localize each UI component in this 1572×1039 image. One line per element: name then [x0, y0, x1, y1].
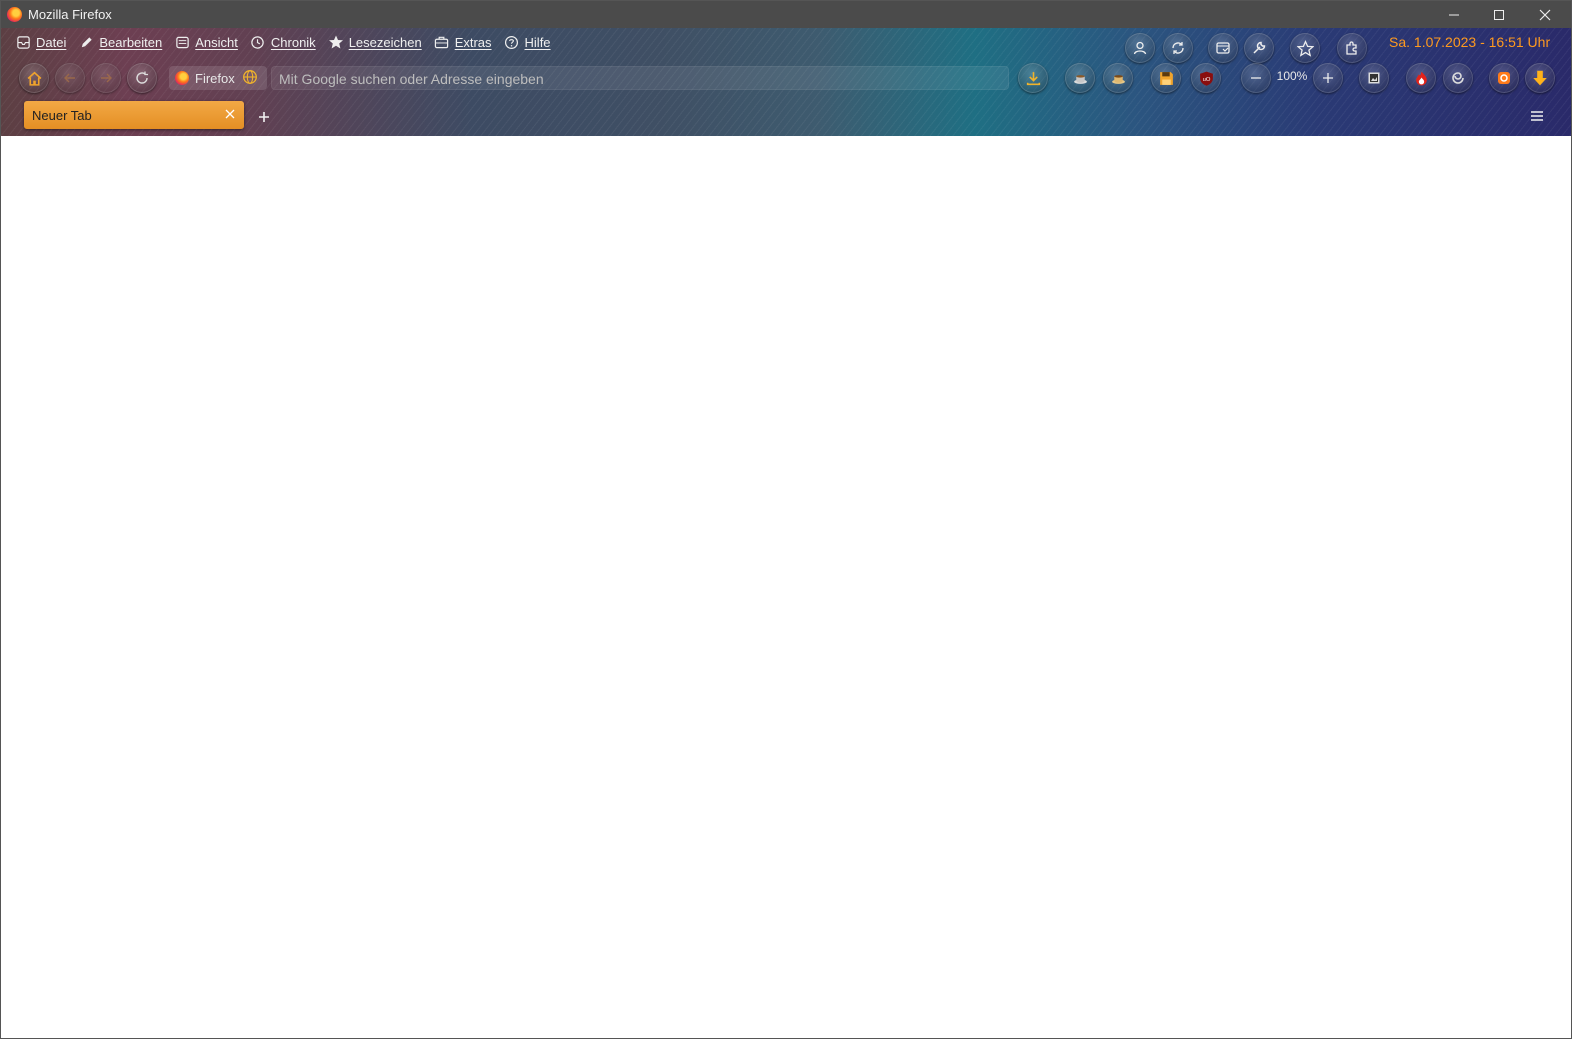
menu-label: Datei — [36, 34, 67, 50]
clock-icon — [250, 34, 266, 50]
address-bar[interactable] — [271, 66, 1009, 92]
maximize-button[interactable] — [1476, 1, 1522, 28]
plus-icon — [259, 112, 269, 122]
firefox-logo-icon — [7, 7, 22, 22]
minimize-icon — [1449, 14, 1459, 15]
reload-icon — [136, 71, 148, 84]
reload-button[interactable] — [127, 63, 157, 93]
menu-ansicht[interactable]: Ansicht — [174, 32, 238, 52]
close-icon — [1539, 9, 1551, 20]
new-tab-button[interactable] — [255, 108, 273, 126]
app-menu-button[interactable] — [1527, 107, 1547, 125]
star-icon — [328, 34, 344, 50]
arrow-left-icon — [64, 73, 75, 83]
menu-bearbeiten[interactable]: Bearbeiten — [78, 32, 162, 52]
coffee-addon-2-button[interactable] — [1103, 63, 1133, 93]
minus-icon — [1251, 77, 1261, 79]
browser-window: Mozilla Firefox Datei Bearbeiten Ansicht… — [0, 0, 1572, 1039]
hamburger-menu-icon — [1531, 111, 1543, 121]
arrow-right-icon — [101, 73, 112, 83]
plus-icon — [1323, 73, 1333, 83]
window-title: Mozilla Firefox — [28, 7, 112, 22]
arrow-down-icon — [1533, 70, 1547, 86]
menu-label: Ansicht — [195, 34, 238, 50]
menu-label: Chronik — [270, 34, 316, 50]
fire-addon-button[interactable] — [1406, 63, 1436, 93]
svg-text:uO: uO — [1202, 76, 1210, 82]
downloads-button[interactable] — [1018, 63, 1048, 93]
account-button[interactable] — [1125, 33, 1155, 63]
tab-neuer-tab[interactable]: Neuer Tab — [24, 101, 244, 129]
close-icon — [225, 109, 235, 119]
sync-icon — [1172, 42, 1184, 54]
flame-icon — [1415, 71, 1427, 85]
menu-label: Extras — [454, 34, 492, 50]
orange-addon-button[interactable] — [1489, 63, 1519, 93]
firefox-logo-icon — [175, 71, 189, 85]
help-icon — [504, 34, 520, 50]
close-window-button[interactable] — [1522, 1, 1568, 28]
identity-label: Firefox — [195, 70, 235, 86]
tools-button[interactable] — [1244, 33, 1274, 63]
reader-addon-button[interactable] — [1359, 63, 1389, 93]
maximize-icon — [1494, 9, 1504, 20]
home-icon — [27, 71, 41, 86]
url-input[interactable] — [277, 66, 1001, 92]
page-content[interactable] — [1, 136, 1571, 1038]
menu-chronik[interactable]: Chronik — [250, 32, 316, 52]
minimize-button[interactable] — [1431, 1, 1477, 28]
view-icon — [174, 34, 190, 50]
menu-label: Hilfe — [524, 34, 551, 50]
zoom-level[interactable]: 100% — [1274, 69, 1310, 83]
extensions-button[interactable] — [1337, 33, 1367, 63]
site-identity[interactable]: Firefox — [169, 66, 267, 90]
zoom-in-button[interactable] — [1313, 63, 1343, 93]
tab-label: Neuer Tab — [32, 108, 92, 123]
tab-close-button[interactable] — [222, 106, 238, 122]
floppy-disk-icon — [1159, 71, 1173, 85]
puzzle-icon — [1346, 41, 1357, 55]
menu-extras[interactable]: Extras — [434, 32, 492, 52]
bookmark-star-button[interactable] — [1290, 33, 1320, 63]
pencil-icon — [78, 34, 94, 50]
menu-label: Lesezeichen — [348, 34, 422, 50]
file-icon — [15, 34, 31, 50]
account-icon — [1133, 41, 1147, 55]
title-bar: Mozilla Firefox — [1, 1, 1571, 28]
zoom-out-button[interactable] — [1241, 63, 1271, 93]
coffee-cup-icon — [1073, 74, 1087, 84]
download-icon — [1026, 71, 1040, 85]
orange-square-icon — [1498, 72, 1510, 84]
star-outline-icon — [1296, 39, 1314, 57]
menu-bar: Datei Bearbeiten Ansicht Chronik Lesezei… — [15, 32, 551, 52]
menu-datei[interactable]: Datei — [15, 32, 66, 52]
swirl-icon — [1452, 72, 1464, 84]
forward-button[interactable] — [91, 63, 121, 93]
browser-chrome: Datei Bearbeiten Ansicht Chronik Lesezei… — [1, 28, 1571, 137]
sync-button[interactable] — [1163, 33, 1193, 63]
picture-frame-icon — [1368, 72, 1380, 84]
download-addon-button[interactable] — [1525, 63, 1555, 93]
menu-hilfe[interactable]: Hilfe — [504, 32, 551, 52]
home-button[interactable] — [19, 63, 49, 93]
ublock-shield-icon: uO — [1199, 71, 1213, 86]
back-button[interactable] — [55, 63, 85, 93]
coffee-addon-button[interactable] — [1065, 63, 1095, 93]
clock-display: Sa. 1.07.2023 - 16:51 Uhr — [1389, 34, 1551, 50]
save-page-button[interactable] — [1151, 63, 1181, 93]
menu-lesezeichen[interactable]: Lesezeichen — [328, 32, 422, 52]
coffee-cup-icon — [1111, 74, 1125, 84]
menu-label: Bearbeiten — [99, 34, 163, 50]
globe-icon — [242, 69, 258, 88]
wrench-icon — [1253, 41, 1266, 54]
screenshot-icon — [1216, 42, 1230, 54]
ublock-button[interactable]: uO — [1191, 63, 1221, 93]
screenshot-button[interactable] — [1208, 33, 1238, 63]
toolbox-icon — [434, 34, 450, 50]
firefox-relay-button[interactable] — [1443, 63, 1473, 93]
